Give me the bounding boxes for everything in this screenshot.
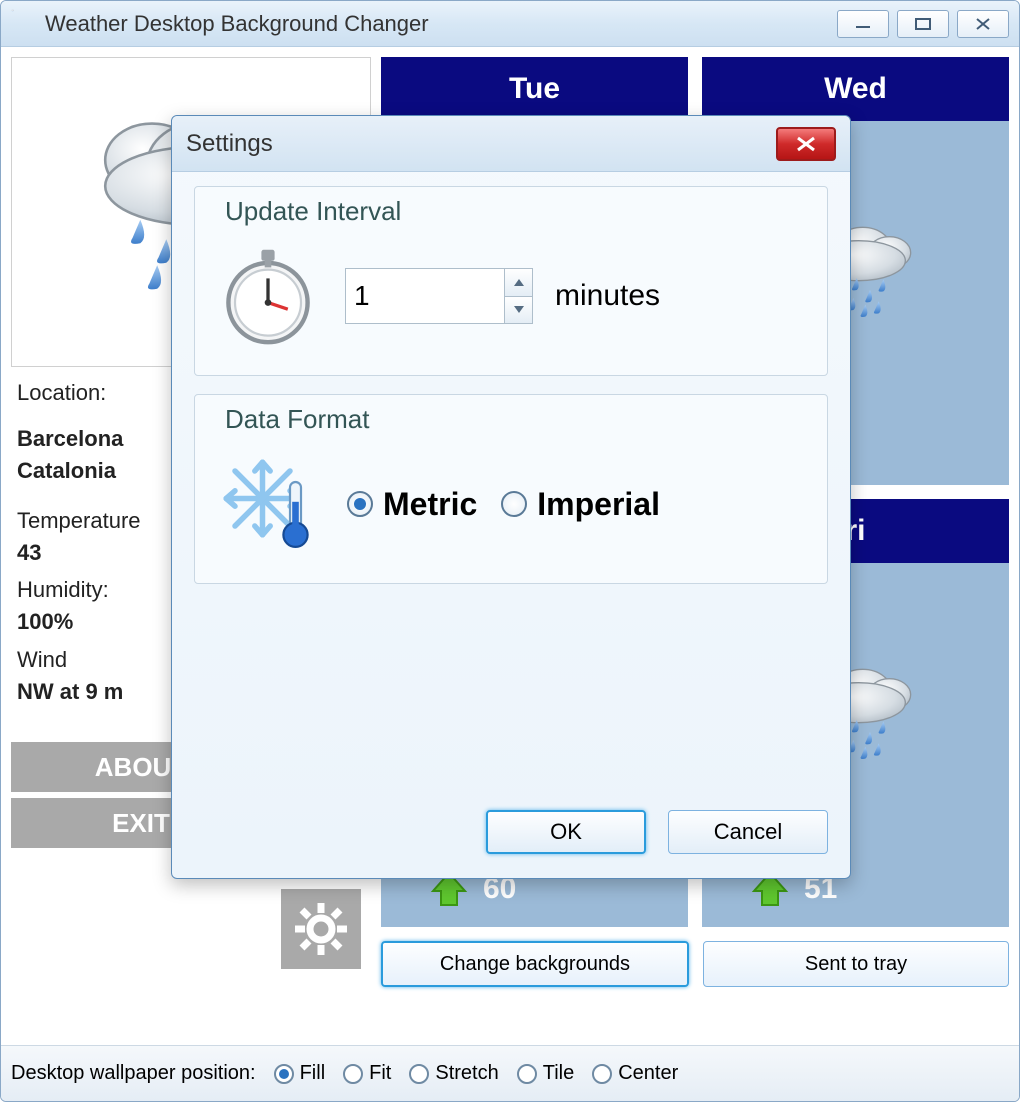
wallpaper-option-stretch[interactable]: Stretch — [409, 1062, 498, 1085]
titlebar[interactable]: Weather Desktop Background Changer — [1, 1, 1019, 47]
settings-dialog: Settings Update Interval — [171, 115, 851, 879]
stopwatch-icon — [213, 241, 323, 351]
interval-input[interactable] — [345, 268, 505, 324]
interval-unit-label: minutes — [555, 279, 660, 313]
change-backgrounds-button[interactable]: Change backgrounds — [381, 941, 689, 987]
app-icon — [11, 8, 37, 39]
app-title: Weather Desktop Background Changer — [45, 11, 837, 37]
dialog-title: Settings — [186, 130, 776, 158]
data-format-legend: Data Format — [219, 404, 376, 435]
wallpaper-option-tile[interactable]: Tile — [517, 1062, 574, 1085]
close-button[interactable] — [957, 10, 1009, 38]
cancel-button[interactable]: Cancel — [668, 810, 828, 854]
forecast-day-label: Tue — [381, 57, 688, 121]
data-format-group: Data Format — [194, 394, 828, 584]
wallpaper-option-center[interactable]: Center — [592, 1062, 678, 1085]
dialog-titlebar[interactable]: Settings — [172, 116, 850, 172]
update-interval-group: Update Interval — [194, 186, 828, 376]
close-icon — [795, 136, 817, 152]
ok-button[interactable]: OK — [486, 810, 646, 854]
wallpaper-option-fit[interactable]: Fit — [343, 1062, 391, 1085]
send-to-tray-button[interactable]: Sent to tray — [703, 941, 1009, 987]
format-metric-radio[interactable]: Metric — [347, 486, 477, 523]
wallpaper-position-row: Desktop wallpaper position: Fill Fit Str… — [1, 1045, 1019, 1101]
interval-spinner[interactable] — [345, 268, 533, 324]
spinner-down-button[interactable] — [505, 297, 532, 324]
dialog-close-button[interactable] — [776, 127, 836, 161]
format-imperial-radio[interactable]: Imperial — [501, 486, 660, 523]
forecast-day-label: Wed — [702, 57, 1009, 121]
minimize-button[interactable] — [837, 10, 889, 38]
spinner-up-button[interactable] — [505, 269, 532, 297]
maximize-button[interactable] — [897, 10, 949, 38]
settings-button[interactable] — [281, 889, 361, 969]
gear-icon — [291, 899, 351, 959]
update-interval-legend: Update Interval — [219, 196, 407, 227]
snowflake-thermometer-icon — [213, 449, 323, 559]
wallpaper-position-label: Desktop wallpaper position: — [11, 1062, 256, 1085]
wallpaper-option-fill[interactable]: Fill — [274, 1062, 326, 1085]
app-window: Weather Desktop Background Changer Locat… — [0, 0, 1020, 1102]
